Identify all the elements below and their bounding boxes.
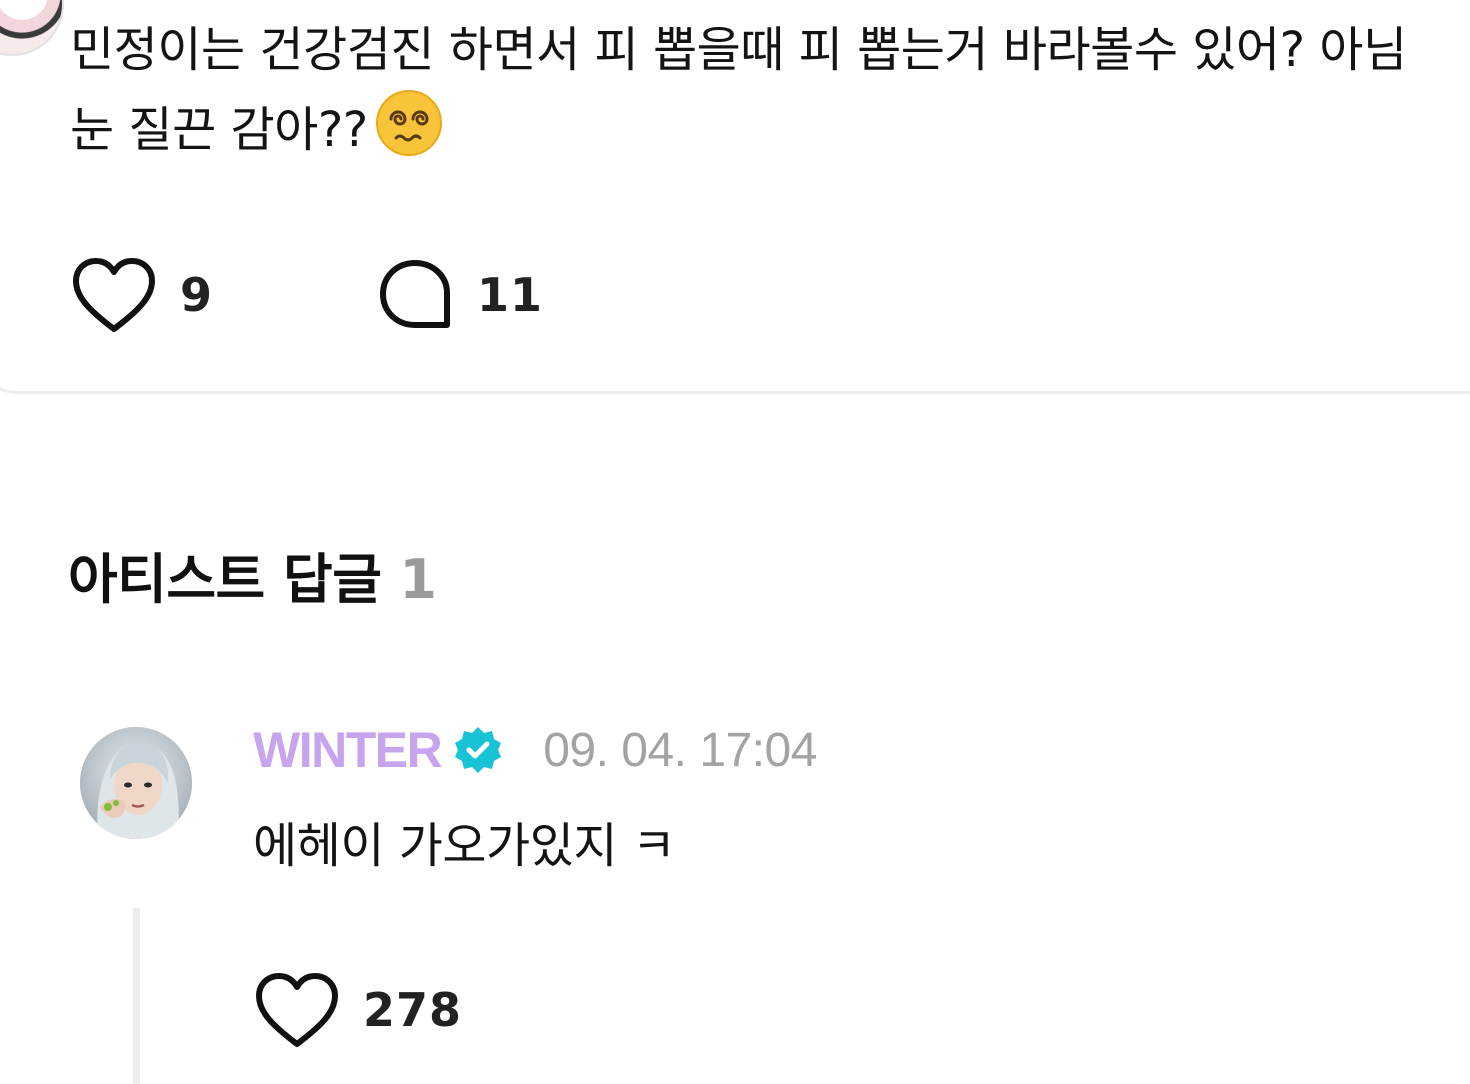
- post-text-container: 민정이는 건강검진 하면서 피 뽑을때 피 뽑는거 바라볼수 있어? 아님 눈 …: [70, 12, 1440, 168]
- reply-like-count: 278: [363, 983, 463, 1037]
- post-comment-count: 11: [477, 268, 544, 322]
- artist-replies-heading: 아티스트 답글 1: [68, 535, 437, 614]
- spiral-eyes-emoji-icon: [374, 88, 444, 158]
- artist-replies-count: 1: [399, 548, 437, 611]
- reply-header: WINTER 09. 04. 17:04: [253, 718, 817, 782]
- thread-line-divider: [133, 908, 140, 1084]
- speech-bubble-icon: [375, 255, 455, 335]
- post-text: 민정이는 건강검진 하면서 피 뽑을때 피 뽑는거 바라볼수 있어? 아님 눈 …: [70, 22, 1407, 158]
- reply-author-name[interactable]: WINTER: [253, 721, 443, 779]
- post-like-button[interactable]: 9: [70, 255, 213, 335]
- reply-text: 에헤이 가오가있지 ㅋ: [253, 818, 676, 874]
- heart-outline-icon: [253, 970, 341, 1050]
- screen: 민정이는 건강검진 하면서 피 뽑을때 피 뽑는거 바라볼수 있어? 아님 눈 …: [0, 0, 1470, 1084]
- reply-like-button[interactable]: 278: [253, 970, 462, 1050]
- post-comment-button[interactable]: 11: [375, 255, 543, 335]
- reply-timestamp: 09. 04. 17:04: [543, 723, 817, 777]
- heart-outline-icon: [70, 255, 158, 335]
- verified-check-icon: [441, 725, 503, 775]
- post-like-count: 9: [180, 268, 214, 322]
- reply-author-avatar[interactable]: [80, 727, 192, 839]
- artist-replies-title: 아티스트 답글: [68, 548, 382, 611]
